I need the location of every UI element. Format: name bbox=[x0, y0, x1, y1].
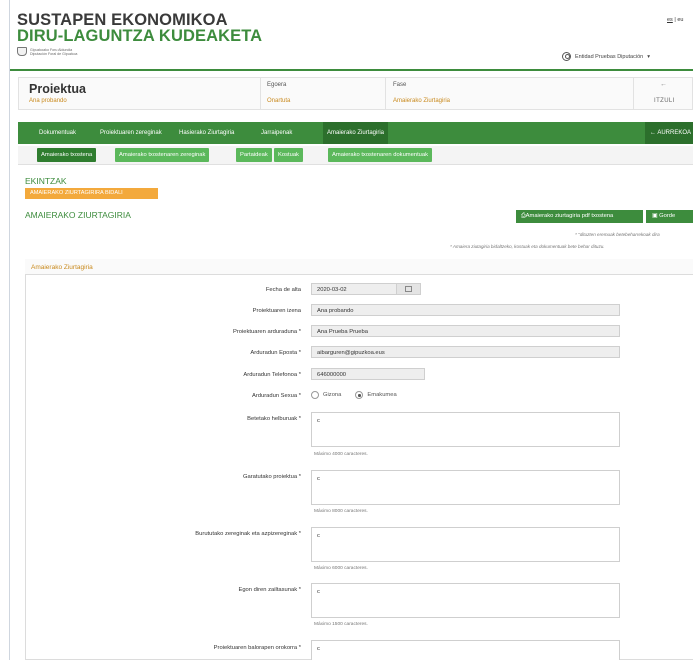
pdf-report-button[interactable]: ⎙Amaierako ziurtagiria pdf txostena bbox=[516, 210, 643, 223]
user-menu[interactable]: Entidad Pruebas Diputación ▾ bbox=[562, 52, 650, 61]
section-title: AMAIERAKO ZIURTAGIRIA bbox=[25, 210, 131, 220]
zailtasunak-hint: Máximo 1500 caracteres. bbox=[314, 622, 368, 627]
radio-gizona-label: Gizona bbox=[323, 392, 342, 398]
radio-emakumea-label: Emakumea bbox=[367, 392, 397, 398]
user-name: Entidad Pruebas Diputación bbox=[575, 53, 644, 60]
radio-emakumea[interactable] bbox=[355, 391, 364, 399]
telefonoa-label: Arduradun Telefonoa * bbox=[243, 372, 301, 378]
back-button[interactable]: ITZULI bbox=[654, 98, 675, 104]
app-title-line2: DIRU-LAGUNTZA KUDEAKETA bbox=[17, 27, 263, 45]
state-label: Egoera bbox=[267, 82, 287, 88]
pdf-report-label: Amaierako ziurtagiria pdf txostena bbox=[525, 213, 614, 219]
zereginak-textarea[interactable]: c bbox=[311, 527, 620, 562]
telefonoa-input[interactable]: 646000000 bbox=[311, 368, 425, 380]
zereginak-label: Burututako zereginak eta azpizereginak * bbox=[195, 531, 301, 537]
garatutako-textarea[interactable]: c bbox=[311, 470, 620, 505]
sexua-label: Arduradun Sexua * bbox=[252, 393, 301, 399]
project-name: Ana probando bbox=[29, 98, 67, 104]
nav-dokumentuak[interactable]: Dokumentuak bbox=[35, 122, 80, 144]
sexua-radio-group: Gizona Emakumea bbox=[311, 391, 397, 399]
helburuak-textarea[interactable]: c bbox=[311, 412, 620, 447]
back-arrow-icon[interactable]: ← bbox=[660, 81, 667, 88]
save-label: Gorde bbox=[659, 213, 676, 219]
zailtasunak-textarea[interactable]: c bbox=[311, 583, 620, 618]
main-navigation: Dokumentuak Proiektuaren zereginak Hasie… bbox=[18, 122, 693, 144]
project-heading: Proiektua bbox=[29, 82, 86, 96]
panel-header bbox=[25, 259, 693, 275]
logo-line2: Diputación Foral de Gipuzkoa bbox=[30, 51, 78, 56]
fecha-alta-label: Fecha de alta bbox=[265, 287, 301, 293]
phase-value: Amaierako Ziurtagiria bbox=[393, 98, 451, 104]
language-switcher: es | eu bbox=[667, 17, 684, 23]
shield-icon bbox=[17, 47, 27, 56]
logo-line1: Gipuzkoako Foru Aldundia bbox=[30, 47, 73, 52]
tab-amaierako-txostenaren-zereginak[interactable]: Amaierako txostenaren zereginak bbox=[115, 148, 210, 162]
nav-jarraipenak[interactable]: Jarraipenak bbox=[257, 122, 296, 144]
send-final-certificate-button[interactable]: AMAIERAKO ZIURTAGIRIRA BIDALI bbox=[25, 188, 158, 199]
lang-eu-link[interactable]: eu bbox=[677, 17, 683, 23]
save-button[interactable]: ▣ Gorde bbox=[646, 210, 693, 223]
state-value: Onartuta bbox=[267, 98, 291, 104]
garatutako-hint: Máximo 8000 caracteres. bbox=[314, 509, 368, 514]
fecha-alta-input[interactable]: 2020-03-02 bbox=[311, 283, 397, 295]
user-icon bbox=[562, 52, 571, 61]
tab-kostuak[interactable]: Kostuak bbox=[274, 148, 303, 162]
proiektu-izena-label: Proiektuaren izena bbox=[252, 308, 301, 314]
nav-proiektuaren-zereginak[interactable]: Proiektuaren zereginak bbox=[96, 122, 166, 144]
tab-amaierako-txostenaren-dokumentuak[interactable]: Amaierako txostenaren dokumentuak bbox=[328, 148, 433, 162]
nav-hasierako-ziurtagiria[interactable]: Hasierako Ziurtagiria bbox=[175, 122, 238, 144]
phase-label: Fase bbox=[393, 82, 407, 88]
divider bbox=[633, 77, 634, 110]
arduraduna-label: Proiektuaren arduraduna * bbox=[233, 329, 301, 335]
divider bbox=[260, 77, 261, 110]
previous-button[interactable]: ← AURREKOA bbox=[645, 122, 693, 144]
arduraduna-input[interactable]: Ana Prueba Prueba bbox=[311, 325, 620, 337]
tab-partaideak[interactable]: Partaideak bbox=[236, 148, 272, 162]
garatutako-label: Garatutako proiektua * bbox=[242, 474, 301, 480]
helburuak-hint: Máximo 4000 caracteres. bbox=[314, 452, 368, 457]
radio-gizona[interactable] bbox=[311, 391, 319, 399]
proiektu-izena-input[interactable]: Ana probando bbox=[311, 304, 620, 316]
tab-amaierako-txostena[interactable]: Amaierako txostena bbox=[37, 148, 97, 162]
eposta-label: Arduradun Eposta * bbox=[250, 350, 301, 356]
project-info-box bbox=[18, 77, 693, 110]
actions-heading: EKINTZAK bbox=[25, 176, 67, 186]
calendar-icon bbox=[405, 286, 412, 292]
required-fields-note: * "dituzten eremuak betebeharrekoak dira bbox=[575, 232, 660, 237]
eposta-input[interactable]: aibarguren@gipuzkoa.eus bbox=[311, 346, 620, 358]
costs-documents-note: * Amaiera ziutagiria bidaltzeko, kostuak… bbox=[450, 244, 605, 249]
helburuak-label: Betetako helburuak * bbox=[247, 416, 301, 422]
balorapena-label: Proiektuaren balorapen orokorra * bbox=[213, 645, 301, 651]
zailtasunak-label: Egon diren zailtasunak * bbox=[238, 587, 301, 593]
balorapena-textarea[interactable]: c bbox=[311, 640, 620, 660]
nav-amaierako-ziurtagiria[interactable]: Amaierako Ziurtagiria bbox=[323, 122, 389, 144]
gipuzkoa-logo: Gipuzkoako Foru Aldundia Diputación Fora… bbox=[17, 47, 77, 56]
zereginak-hint: Máximo 6000 caracteres. bbox=[314, 566, 368, 571]
chevron-down-icon: ▾ bbox=[647, 53, 650, 60]
header-divider bbox=[10, 69, 693, 71]
divider bbox=[385, 77, 386, 110]
lang-es-link[interactable]: es bbox=[667, 17, 673, 23]
panel-title: Amaierako Ziurtagiria bbox=[31, 264, 93, 271]
